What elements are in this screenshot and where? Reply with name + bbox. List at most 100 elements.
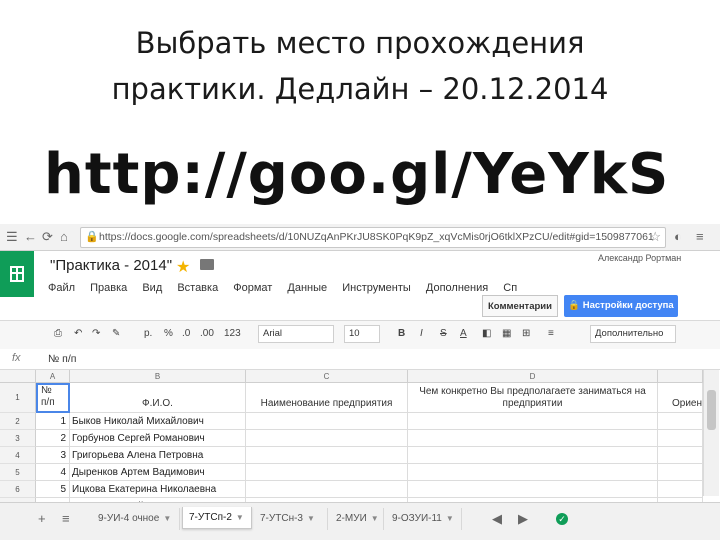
row-header[interactable]: 5 [0,464,36,481]
header-cell-task[interactable]: Чем конкретно Вы предполагаете заниматьс… [408,383,658,413]
italic-button[interactable]: I [420,328,423,339]
align-icon[interactable]: ≡ [548,328,554,339]
cell-task[interactable] [408,430,658,447]
currency-button[interactable]: р. [144,328,152,339]
cell-task[interactable] [408,447,658,464]
font-select[interactable]: Arial [258,325,334,343]
formula-bar[interactable]: fx № п/п [0,349,720,370]
header-cell-extra[interactable]: Ориен [658,383,703,413]
text-color-button[interactable]: A [460,328,467,339]
column-header-a[interactable]: A [36,370,70,383]
cell-name[interactable]: Дыренков Артем Вадимович [70,464,246,481]
cell-org[interactable] [246,413,408,430]
row-header[interactable]: 2 [0,413,36,430]
more-formats-button[interactable]: 123 [224,328,241,339]
row-header[interactable]: 3 [0,430,36,447]
merge-cells-icon[interactable]: ⊞ [522,328,530,339]
cell-extra[interactable] [658,413,703,430]
increase-decimal-button[interactable]: .00 [200,328,214,339]
star-icon[interactable]: ★ [176,257,190,277]
undo-icon[interactable]: ↶ [74,328,82,339]
redo-icon[interactable]: ↷ [92,328,100,339]
cell-extra[interactable] [658,447,703,464]
menu-addons[interactable]: Дополнения [426,282,488,294]
column-header-e[interactable] [658,370,703,383]
row-header-1[interactable]: 1 [0,383,36,413]
chevron-down-icon[interactable]: ▼ [236,513,244,522]
comments-button[interactable]: Комментарии [482,295,558,317]
sheet-tab[interactable]: 2-МУИ ▼ [330,508,384,530]
cell-task[interactable] [408,481,658,498]
cell-num[interactable]: 2 [36,430,70,447]
menu-file[interactable]: Файл [48,282,75,294]
chevron-down-icon[interactable]: ▼ [446,514,454,523]
folder-icon[interactable] [200,259,214,270]
column-header-d[interactable]: D [408,370,658,383]
row-header[interactable]: 6 [0,481,36,498]
extension-icon[interactable]: ◐ [674,229,682,245]
sheet-tab[interactable]: 9-ОЗУИ-11 ▼ [386,508,462,530]
bookmark-star-icon[interactable]: ☆ [649,229,661,245]
explore-icon[interactable]: ✓ [556,513,568,525]
bold-button[interactable]: B [398,328,405,339]
scroll-tabs-right-icon[interactable]: ▶ [518,511,528,527]
reload-icon[interactable]: ⟳ [42,229,53,245]
chevron-down-icon[interactable]: ▼ [371,514,379,523]
user-name[interactable]: Александр Рортман [598,253,681,263]
cell-extra[interactable] [658,430,703,447]
cell-name[interactable]: Ицкова Екатерина Николаевна [70,481,246,498]
more-dropdown[interactable]: Дополнительно [590,325,676,343]
strikethrough-button[interactable]: S [440,328,447,339]
cell-num[interactable]: 4 [36,464,70,481]
chrome-menu-icon[interactable]: ≡ [696,229,704,245]
header-cell-num[interactable]: № п/п [36,383,70,413]
all-sheets-icon[interactable]: ≡ [62,511,70,526]
sheet-tab[interactable]: 7-УТСн-3 ▼ [254,508,328,530]
select-all-corner[interactable] [0,370,36,383]
menu-view[interactable]: Вид [142,282,162,294]
scrollbar-thumb[interactable] [707,390,716,430]
cell-org[interactable] [246,447,408,464]
borders-icon[interactable]: ▦ [502,328,511,339]
cell-name[interactable]: Горбунов Сергей Романович [70,430,246,447]
menu-help[interactable]: Сп [503,282,517,294]
cell-extra[interactable] [658,464,703,481]
menu-tools[interactable]: Инструменты [342,282,411,294]
row-header[interactable]: 4 [0,447,36,464]
formula-value[interactable]: № п/п [48,353,76,365]
menu-data[interactable]: Данные [287,282,327,294]
paint-format-icon[interactable]: ✎ [112,328,120,339]
font-size-select[interactable]: 10 [344,325,380,343]
sheets-logo-icon[interactable] [0,251,34,297]
cell-name[interactable]: Быков Николай Михайлович [70,413,246,430]
home-icon[interactable]: ⌂ [60,229,68,245]
apps-icon[interactable]: ☰ [6,229,18,245]
cell-num[interactable]: 5 [36,481,70,498]
menu-format[interactable]: Формат [233,282,272,294]
chevron-down-icon[interactable]: ▼ [307,514,315,523]
cell-num[interactable]: 1 [36,413,70,430]
print-icon[interactable]: ⎙ [54,328,62,339]
header-cell-fio[interactable]: Ф.И.О. [70,383,246,413]
cell-num[interactable]: 3 [36,447,70,464]
column-header-c[interactable]: C [246,370,408,383]
decrease-decimal-button[interactable]: .0 [182,328,190,339]
percent-button[interactable]: % [164,328,173,339]
document-title[interactable]: "Практика - 2014" [50,257,172,274]
sheet-tab[interactable]: 7-УТСп-2 ▼ [182,507,252,529]
sheet-tab[interactable]: 9-УИ-4 очное ▼ [92,508,180,530]
cell-task[interactable] [408,413,658,430]
menu-edit[interactable]: Правка [90,282,127,294]
cell-org[interactable] [246,464,408,481]
share-button[interactable]: 🔒 Настройки доступа [564,295,678,317]
cell-name[interactable]: Григорьева Алена Петровна [70,447,246,464]
column-header-b[interactable]: B [70,370,246,383]
add-sheet-icon[interactable]: + [38,511,46,526]
chevron-down-icon[interactable]: ▼ [163,514,171,523]
header-cell-org[interactable]: Наименование предприятия [246,383,408,413]
scroll-tabs-left-icon[interactable]: ◀ [492,511,502,527]
back-icon[interactable]: ← [24,229,37,245]
url-field[interactable]: 🔒 https://docs.google.com/spreadsheets/d… [80,227,666,248]
cell-org[interactable] [246,430,408,447]
menu-insert[interactable]: Вставка [177,282,218,294]
